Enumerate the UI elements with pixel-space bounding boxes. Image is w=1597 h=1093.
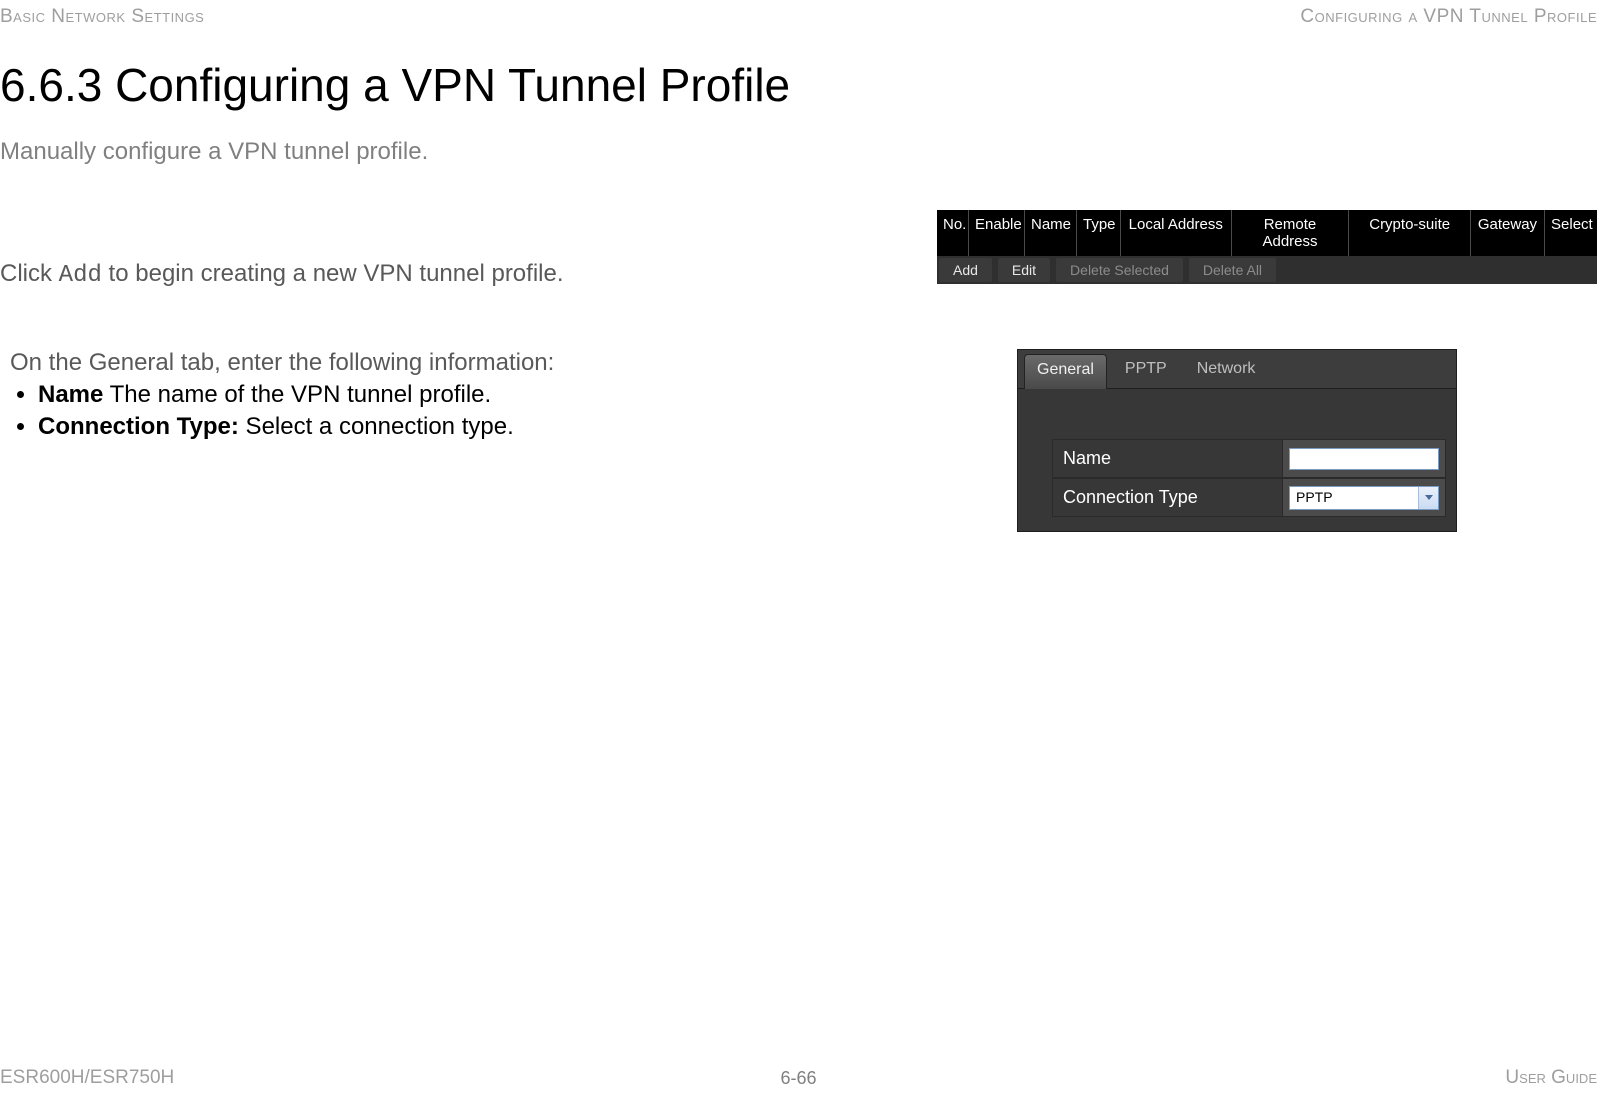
field-row-name: Name	[1052, 439, 1446, 478]
connection-type-label: Connection Type	[1052, 478, 1282, 517]
tab-network[interactable]: Network	[1185, 354, 1268, 388]
col-name: Name	[1025, 210, 1077, 256]
delete-selected-button[interactable]: Delete Selected	[1056, 258, 1183, 282]
add-button[interactable]: Add	[939, 258, 992, 282]
step1-code: Add	[59, 262, 102, 289]
field-row-connection-type: Connection Type PPTP	[1052, 478, 1446, 517]
bullet-conn-desc: Select a connection type.	[239, 413, 514, 440]
profile-panel: General PPTP Network Name Connection Typ…	[1017, 349, 1457, 532]
page-title: 6.6.3 Configuring a VPN Tunnel Profile	[0, 58, 1597, 112]
chevron-down-icon	[1425, 495, 1433, 500]
page-subtitle: Manually configure a VPN tunnel profile.	[0, 138, 1597, 166]
col-select: Select	[1545, 210, 1597, 256]
bullet-name-label: Name	[38, 381, 103, 408]
vpn-table-actions: Add Edit Delete Selected Delete All	[937, 256, 1597, 284]
name-label: Name	[1052, 439, 1282, 478]
footer-center: 6-66	[780, 1068, 816, 1089]
bullet-name-desc: The name of the VPN tunnel profile.	[103, 381, 491, 408]
vpn-profile-table: No. Enable Name Type Local Address Remot…	[937, 210, 1597, 284]
step2-bullets: Name The name of the VPN tunnel profile.…	[38, 379, 720, 443]
connection-type-value: PPTP	[1290, 487, 1418, 509]
header-right: Configuring a VPN Tunnel Profile	[1300, 6, 1597, 28]
footer-left: ESR600H/ESR750H	[0, 1067, 174, 1089]
tab-pptp[interactable]: PPTP	[1113, 354, 1179, 388]
col-crypto-suite: Crypto-suite	[1349, 210, 1471, 256]
col-enable: Enable	[969, 210, 1025, 256]
col-type: Type	[1077, 210, 1121, 256]
vpn-table-header: No. Enable Name Type Local Address Remot…	[937, 210, 1597, 256]
name-input[interactable]	[1289, 448, 1439, 470]
col-no: No.	[937, 210, 969, 256]
delete-all-button[interactable]: Delete All	[1189, 258, 1276, 282]
step1-post: to begin creating a new VPN tunnel profi…	[102, 260, 564, 287]
connection-type-dropdown-button[interactable]	[1418, 487, 1438, 509]
col-local-address: Local Address	[1121, 210, 1232, 256]
step1-text: Click Add to begin creating a new VPN tu…	[0, 260, 660, 289]
col-remote-address: Remote Address	[1232, 210, 1350, 256]
bullet-connection-type: Connection Type: Select a connection typ…	[38, 411, 720, 443]
col-gateway: Gateway	[1471, 210, 1545, 256]
tab-general[interactable]: General	[1024, 354, 1107, 389]
footer-right: User Guide	[1505, 1067, 1597, 1089]
connection-type-select[interactable]: PPTP	[1289, 486, 1439, 510]
step1-pre: Click	[0, 260, 59, 287]
bullet-name: Name The name of the VPN tunnel profile.	[38, 379, 720, 411]
step2-intro: On the General tab, enter the following …	[10, 349, 720, 377]
header-left: Basic Network Settings	[0, 6, 204, 28]
edit-button[interactable]: Edit	[998, 258, 1050, 282]
bullet-conn-label: Connection Type:	[38, 413, 239, 440]
panel-tabs: General PPTP Network	[1018, 350, 1456, 389]
